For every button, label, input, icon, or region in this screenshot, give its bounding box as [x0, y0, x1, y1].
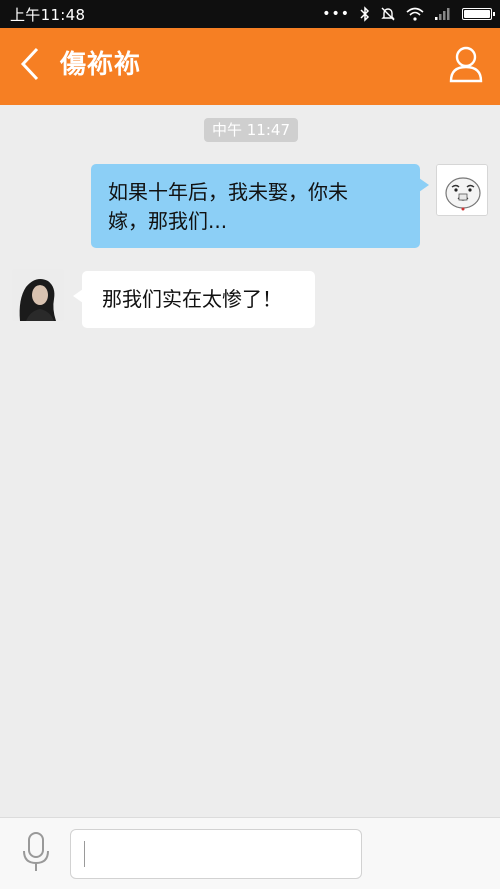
wifi-icon: [406, 7, 424, 21]
title-bar: 傷袮袮: [0, 28, 500, 105]
message-input[interactable]: [70, 829, 362, 879]
profile-icon: [448, 45, 484, 87]
outgoing-message[interactable]: 如果十年后，我未娶，你未 嫁，那我们...: [91, 164, 429, 248]
chat-title: 傷袮袮: [60, 50, 142, 80]
meme-face-avatar-icon: [437, 165, 487, 215]
bluetooth-icon: [360, 6, 370, 22]
message-line: 如果十年后，我未娶，你未: [108, 180, 348, 204]
message-line: 嫁，那我们...: [108, 209, 228, 233]
battery-icon: [462, 8, 495, 20]
status-icons: •••: [322, 0, 495, 28]
profile-button[interactable]: [446, 46, 486, 86]
signal-icon: [434, 7, 452, 21]
back-button[interactable]: [12, 47, 48, 85]
contact-photo: [12, 269, 64, 321]
contact-avatar[interactable]: [12, 269, 64, 321]
bell-muted-icon: [380, 6, 396, 22]
message-list[interactable]: 中午 11:47 如果十年后，我未娶，你未 嫁，那我们... 那我们实在太惨了！: [0, 105, 500, 817]
status-bar: 上午11:48 •••: [0, 0, 500, 28]
text-caret: [84, 841, 85, 867]
voice-button[interactable]: [16, 832, 56, 876]
input-bar: [0, 817, 500, 889]
status-time: 上午11:48: [10, 5, 86, 24]
microphone-icon: [21, 831, 51, 877]
incoming-message[interactable]: 那我们实在太惨了！: [73, 271, 315, 328]
back-chevron-icon: [19, 47, 41, 85]
my-avatar[interactable]: [436, 164, 488, 216]
more-dots-icon: •••: [322, 6, 350, 22]
timestamp-chip: 中午 11:47: [204, 118, 298, 142]
